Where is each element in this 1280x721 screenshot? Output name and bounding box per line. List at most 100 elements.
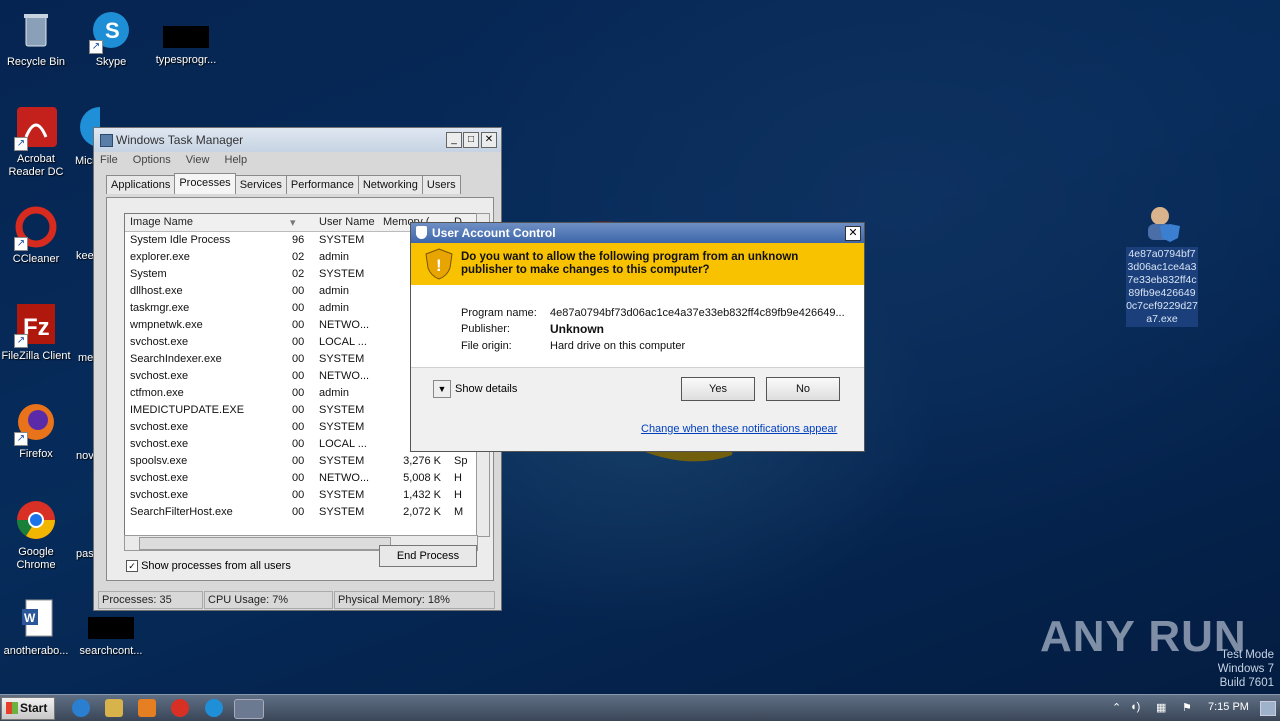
desktop-icon-recycle-bin[interactable]: Recycle Bin [0, 8, 72, 69]
media-player-icon[interactable] [138, 699, 156, 717]
process-name: dllhost.exe [130, 285, 183, 297]
redacted-file-icon [88, 617, 134, 639]
checkmark-icon: ✓ [126, 560, 138, 573]
network-icon[interactable]: ▦ [1156, 701, 1166, 714]
process-user: SYSTEM [319, 353, 365, 365]
maximize-button[interactable]: □ [463, 132, 479, 148]
tab-processes[interactable]: Processes [174, 173, 236, 194]
edge-taskbar-icon[interactable] [205, 699, 223, 717]
action-center-flag-icon[interactable]: ⚑ [1182, 701, 1192, 714]
process-user: LOCAL ... [319, 336, 367, 348]
desktop-icon-skype[interactable]: S ↗ Skype [75, 8, 147, 69]
clock[interactable]: 7:15 PM [1208, 701, 1249, 713]
volume-icon[interactable]: ◖) [1130, 701, 1140, 713]
menu-view[interactable]: View [186, 154, 210, 166]
process-user: NETWO... [319, 370, 370, 382]
tab-performance[interactable]: Performance [285, 175, 359, 194]
warning-shield-icon: ! [425, 248, 453, 280]
taskbar: Start ⌃ ◖) ▦ ⚑ 7:15 PM [0, 694, 1280, 721]
process-user: admin [319, 302, 349, 314]
desktop-icon-label: Acrobat Reader DC [8, 153, 64, 178]
end-process-button[interactable]: End Process [379, 545, 477, 567]
process-id: 00 [292, 404, 305, 416]
process-id: 02 [292, 268, 305, 280]
desktop-icon-ccleaner[interactable]: ↗ CCleaner [0, 205, 72, 266]
show-all-users-label: Show processes from all users [141, 560, 291, 572]
minimize-button[interactable]: _ [446, 132, 462, 148]
process-id: 00 [292, 506, 305, 518]
start-button[interactable]: Start [1, 697, 55, 720]
uac-title-bar[interactable]: User Account Control ✕ [411, 223, 864, 243]
tab-services[interactable]: Services [234, 175, 287, 194]
desktop-icon-typesprogr[interactable]: typesprogr... [150, 8, 222, 67]
close-button[interactable]: ✕ [845, 226, 861, 241]
desktop-icon-sample-exe[interactable]: 4e87a0794bf73d06ac1ce4a37e33eb832ff4c89f… [1126, 200, 1198, 327]
process-row[interactable]: svchost.exe 00 NETWO... 5,008 K H [125, 470, 477, 487]
uac-title: User Account Control [432, 226, 556, 240]
shortcut-arrow-icon: ↗ [14, 137, 28, 151]
desktop-icon-acrobat[interactable]: ↗ Acrobat Reader DC [0, 105, 72, 179]
column-user-name[interactable]: User Name [319, 216, 375, 228]
desktop-icon-label: searchcont... [79, 645, 143, 657]
scrollbar-thumb[interactable] [139, 537, 391, 550]
process-row[interactable]: SearchFilterHost.exe 00 SYSTEM 2,072 K M [125, 504, 477, 521]
menu-file[interactable]: File [100, 154, 118, 166]
desktop-icon-label: CCleaner [12, 253, 60, 265]
process-id: 00 [292, 302, 305, 314]
no-button[interactable]: No [766, 377, 840, 401]
change-notifications-link[interactable]: Change when these notifications appear [641, 423, 837, 435]
process-mem: 2,072 K [403, 506, 441, 518]
tab-applications[interactable]: Applications [106, 175, 176, 194]
process-name: wmpnetwk.exe [130, 319, 203, 331]
svg-text:W: W [24, 611, 36, 625]
title-bar[interactable]: Windows Task Manager _ □ ✕ [94, 128, 501, 152]
close-button[interactable]: ✕ [481, 132, 497, 148]
process-name: SearchIndexer.exe [130, 353, 222, 365]
process-name: svchost.exe [130, 438, 189, 450]
publisher-value: Unknown [550, 322, 604, 336]
process-row[interactable]: svchost.exe 00 SYSTEM 1,432 K H [125, 487, 477, 504]
explorer-icon[interactable] [105, 699, 123, 717]
show-desktop-button[interactable] [1260, 701, 1276, 716]
show-hidden-icons-icon[interactable]: ⌃ [1112, 701, 1121, 714]
uac-question: Do you want to allow the following progr… [461, 251, 799, 276]
uac-shield-exe-icon [1148, 207, 1180, 242]
uac-details: Program name: 4e87a0794bf73d06ac1ce4a37e… [411, 285, 864, 367]
process-user: NETWO... [319, 319, 370, 331]
process-id: 96 [292, 234, 305, 246]
tab-users[interactable]: Users [421, 175, 461, 194]
show-all-users-checkbox[interactable]: ✓ Show processes from all users [126, 560, 291, 573]
process-user: SYSTEM [319, 404, 365, 416]
program-name-value: 4e87a0794bf73d06ac1ce4a37e33eb832ff4c89f… [550, 307, 845, 319]
process-user: admin [319, 285, 349, 297]
process-d: Sp [454, 455, 468, 467]
desktop-icon-anotherabo[interactable]: W anotherabo... [0, 597, 72, 658]
desktop-icon-chrome[interactable]: Google Chrome [0, 498, 72, 572]
process-name: svchost.exe [130, 336, 189, 348]
chrome-taskbar-icon[interactable] [171, 699, 189, 717]
menu-options[interactable]: Options [133, 154, 171, 166]
shortcut-arrow-icon: ↗ [14, 432, 28, 446]
sort-arrow-icon: ▾ [290, 217, 296, 229]
menu-bar: File Options View Help [100, 154, 259, 166]
process-id: 00 [292, 285, 305, 297]
svg-text:!: ! [436, 256, 442, 275]
show-details-toggle[interactable]: ▼ Show details [433, 380, 517, 398]
process-mem: 1,432 K [403, 489, 441, 501]
process-id: 00 [292, 421, 305, 433]
process-user: admin [319, 251, 349, 263]
task-manager-taskbar-icon[interactable] [234, 699, 264, 719]
ie-icon[interactable] [72, 699, 90, 717]
column-image-name[interactable]: Image Name [130, 216, 193, 228]
desktop-icon-firefox[interactable]: ↗ Firefox [0, 400, 72, 461]
process-row[interactable]: spoolsv.exe 00 SYSTEM 3,276 K Sp [125, 453, 477, 470]
menu-help[interactable]: Help [225, 154, 248, 166]
test-mode-watermark: Test Mode Windows 7 Build 7601 [1218, 648, 1274, 690]
process-d: H [454, 472, 462, 484]
yes-button[interactable]: Yes [681, 377, 755, 401]
process-user: SYSTEM [319, 421, 365, 433]
tab-networking[interactable]: Networking [357, 175, 423, 194]
process-name: System Idle Process [130, 234, 231, 246]
desktop-icon-filezilla[interactable]: Fz ↗ FileZilla Client [0, 302, 72, 363]
desktop-icon-label: anotherabo... [3, 645, 69, 657]
